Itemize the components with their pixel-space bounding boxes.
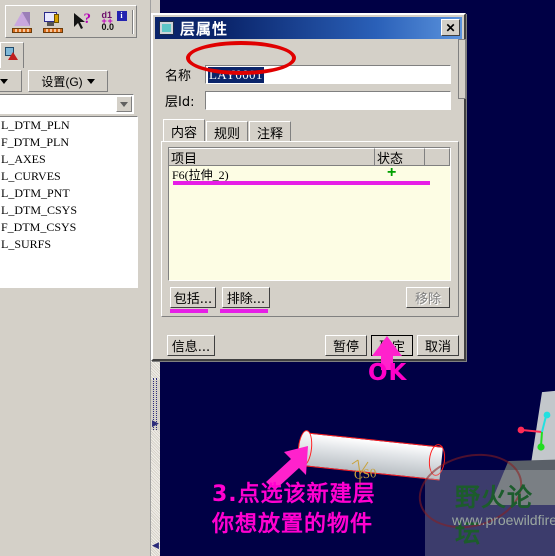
annotation-step-number: 3. — [212, 482, 238, 507]
chevron-down-icon — [0, 78, 8, 84]
column-header-status[interactable]: 状态 — [375, 148, 425, 167]
dialog-tabstrip: 内容 规则 注释 — [163, 119, 292, 143]
content-tab-panel: 项目 状态 F6(拉伸_2) + 包括... 排除... 移除 — [161, 141, 459, 317]
list-item[interactable]: L_DTM_PLN — [0, 117, 137, 134]
layer-id-row: 层Id: — [165, 91, 451, 110]
include-highlight — [170, 309, 208, 313]
tree-menubar: 设置(G) — [0, 68, 150, 94]
layer-filter-combo[interactable] — [0, 94, 134, 114]
info-icon: i — [116, 10, 127, 21]
dialog-title: 层属性 — [180, 19, 229, 38]
layer-id-label: 层Id: — [165, 95, 195, 110]
include-button-label: 包括... — [173, 292, 213, 307]
window-icon — [159, 21, 174, 35]
pause-button[interactable]: 暂停 — [325, 335, 367, 356]
pause-button-label: 暂停 — [332, 340, 359, 355]
column-header-item[interactable]: 项目 — [169, 148, 375, 167]
exclude-button[interactable]: 排除... — [222, 287, 270, 308]
info-button[interactable]: 信息... — [167, 335, 215, 356]
status-plus-icon: + — [387, 164, 397, 181]
list-item[interactable]: L_SURFS — [0, 236, 137, 253]
annotation-ok-label: OK — [368, 360, 408, 386]
list-item[interactable]: L_DTM_PNT — [0, 185, 137, 202]
annotation-ellipse-name-field — [186, 41, 296, 75]
settings-menu-label: 设置(G) — [41, 74, 83, 89]
prism-measure-icon[interactable] — [6, 7, 37, 36]
table-row[interactable]: F6(拉伸_2) + — [169, 164, 450, 182]
tab-notes-label: 注释 — [257, 127, 284, 142]
exclude-highlight — [220, 309, 268, 313]
model-tree-tab[interactable] — [0, 42, 24, 68]
remove-button-label: 移除 — [414, 292, 441, 307]
watermark-url: www.proewildfire.cn — [452, 512, 555, 528]
combo-value — [0, 97, 2, 111]
annotation-step-line2: 你想放置的物件 — [212, 512, 374, 537]
listbox-header: 项目 状态 — [169, 148, 450, 167]
dialog-right-scrollbar[interactable] — [458, 39, 466, 99]
chevron-down-icon — [120, 101, 128, 107]
cursor-query-icon[interactable]: ? — [68, 7, 99, 36]
tab-content[interactable]: 内容 — [163, 119, 206, 143]
cancel-button-label: 取消 — [424, 340, 451, 355]
zero-text: 0.0 — [101, 21, 115, 32]
row-highlight-underline — [173, 181, 430, 185]
cancel-button[interactable]: 取消 — [417, 335, 459, 356]
annotation-step-text1: 点选该新建层 — [237, 482, 376, 507]
dimension-info-icon[interactable]: d1 + + 0.0 i — [99, 7, 130, 36]
settings-menu-button[interactable]: 设置(G) — [28, 70, 108, 92]
include-button[interactable]: 包括... — [170, 287, 216, 308]
toolbar-separator — [132, 9, 134, 34]
annotation-step-line1: 3.点选该新建层 — [212, 476, 376, 508]
items-listbox[interactable]: 项目 状态 F6(拉伸_2) + — [168, 147, 451, 281]
tab-rules-label: 规则 — [214, 127, 241, 142]
view-menu-button[interactable] — [0, 70, 22, 92]
tab-content-label: 内容 — [171, 126, 198, 141]
row-item-label: F6(拉伸_2) — [172, 167, 229, 182]
screenshot-root: CS0 野火论坛 www.proewildfire.cn — [0, 0, 555, 556]
list-item[interactable]: F_DTM_CSYS — [0, 219, 137, 236]
model-tree-list[interactable]: L_DTM_PLN F_DTM_PLN L_AXES L_CURVES L_DT… — [0, 116, 138, 288]
coordinate-triad-icon — [517, 411, 551, 451]
tab-rules[interactable]: 规则 — [206, 121, 249, 143]
info-button-label: 信息... — [171, 340, 211, 355]
layer-id-field[interactable] — [205, 91, 451, 110]
list-item[interactable]: F_DTM_PLN — [0, 134, 137, 151]
list-item[interactable]: L_CURVES — [0, 168, 137, 185]
list-item[interactable]: L_DTM_CSYS — [0, 202, 137, 219]
chevron-down-icon — [86, 78, 95, 84]
close-button[interactable]: ✕ — [441, 19, 460, 36]
dialog-titlebar[interactable]: 层属性 ✕ — [155, 17, 462, 39]
list-item[interactable]: L_AXES — [0, 151, 137, 168]
vertical-scrollbar-track-lower[interactable] — [151, 430, 160, 556]
exclude-button-label: 排除... — [226, 292, 266, 307]
top-toolbar: ? d1 + + 0.0 i — [5, 5, 137, 38]
remove-button: 移除 — [406, 287, 450, 308]
column-header-blank[interactable] — [425, 148, 450, 166]
combo-dropdown-button[interactable] — [116, 96, 132, 112]
screen-measure-icon[interactable] — [37, 7, 68, 36]
tab-notes[interactable]: 注释 — [249, 121, 292, 143]
